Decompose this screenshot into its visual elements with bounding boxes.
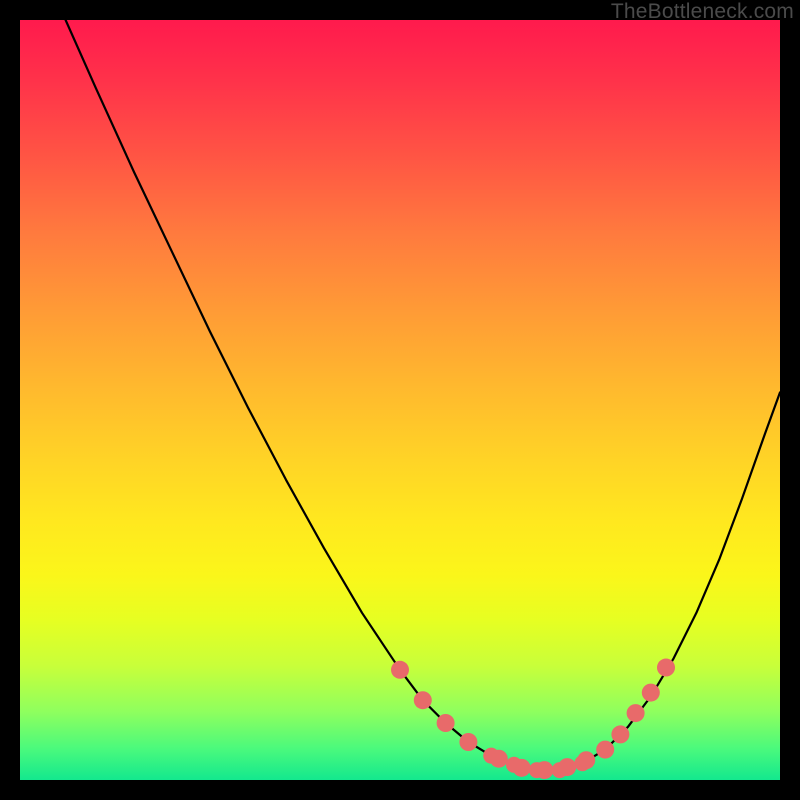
marker-point-inner (529, 762, 545, 778)
marker-point-inner (506, 757, 522, 773)
marker-point-inner (597, 742, 613, 758)
marker-point-inner (552, 762, 568, 778)
marker-point (611, 725, 629, 743)
marker-point (642, 684, 660, 702)
marker-point-inner (574, 755, 590, 771)
curve-path (66, 20, 780, 770)
chart-svg (20, 20, 780, 780)
chart-frame (20, 20, 780, 780)
marker-point (657, 659, 675, 677)
marker-point (459, 733, 477, 751)
marker-point (627, 704, 645, 722)
marker-point (437, 714, 455, 732)
marker-point (414, 691, 432, 709)
marker-point (391, 661, 409, 679)
marker-point-inner (483, 748, 499, 764)
